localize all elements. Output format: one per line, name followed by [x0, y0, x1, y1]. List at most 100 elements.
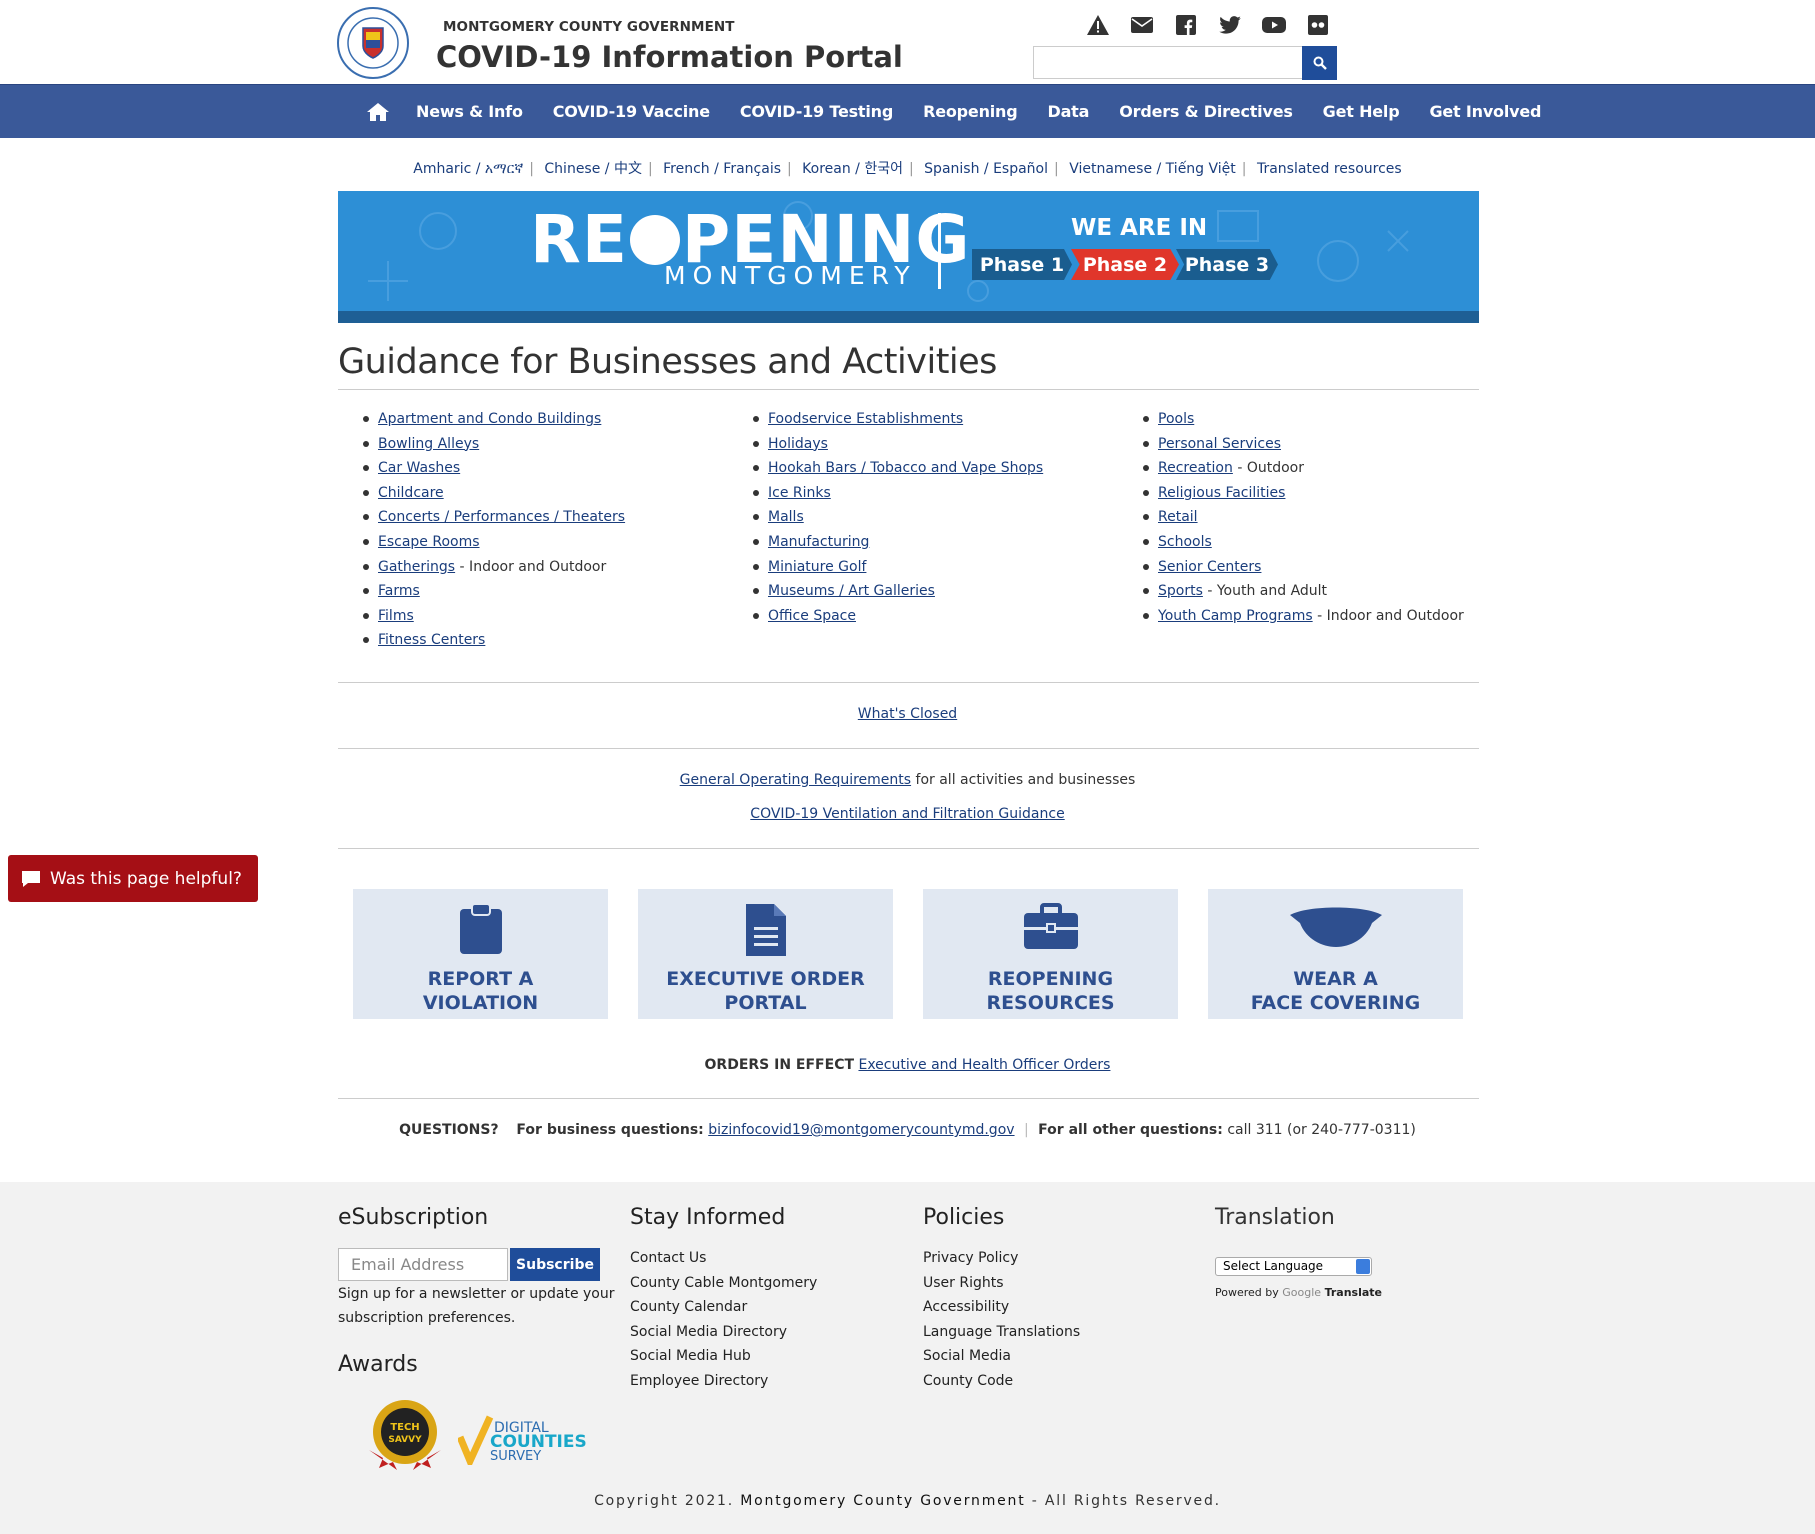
guidance-link[interactable]: Manufacturing [768, 534, 869, 550]
report-violation-tile[interactable]: REPORT A VIOLATION [353, 889, 608, 1019]
mail-icon[interactable] [1129, 12, 1155, 38]
lang-link[interactable]: Spanish / Español [924, 161, 1048, 177]
search-input[interactable] [1034, 47, 1336, 78]
footer-link[interactable]: Employee Directory [630, 1373, 817, 1398]
flickr-icon[interactable] [1305, 12, 1331, 38]
nav-item-reopening[interactable]: Reopening [923, 102, 1018, 121]
guidance-link[interactable]: Senior Centers [1158, 559, 1261, 575]
email-field[interactable]: Email Address [338, 1248, 508, 1281]
portal-title[interactable]: COVID-19 Information Portal [436, 40, 903, 74]
nav-item-testing[interactable]: COVID-19 Testing [740, 102, 893, 121]
guidance-link[interactable]: Car Washes [378, 460, 460, 476]
facebook-icon[interactable] [1173, 12, 1199, 38]
guidance-link[interactable]: Office Space [768, 608, 856, 624]
translate-label: Translate [1324, 1286, 1382, 1299]
guidance-link[interactable]: Gatherings [378, 559, 455, 575]
nav-item-orders[interactable]: Orders & Directives [1119, 102, 1293, 121]
esubscription-title: eSubscription [338, 1205, 489, 1230]
orders-link[interactable]: Executive and Health Officer Orders [858, 1057, 1110, 1073]
county-seal-logo[interactable] [336, 6, 410, 80]
twitter-icon[interactable] [1217, 12, 1243, 38]
footer-link[interactable]: User Rights [923, 1275, 1080, 1300]
google-logo[interactable]: Google [1282, 1286, 1321, 1299]
search-button[interactable] [1302, 46, 1337, 80]
lang-link[interactable]: Chinese / 中文 [544, 161, 642, 177]
search-input-wrapper [1033, 46, 1337, 79]
footer-link[interactable]: Contact Us [630, 1250, 817, 1275]
guidance-link[interactable]: Fitness Centers [378, 632, 485, 648]
guidance-link[interactable]: Recreation [1158, 460, 1233, 476]
guidance-link[interactable]: Ice Rinks [768, 485, 831, 501]
footer-link[interactable]: Social Media Hub [630, 1348, 817, 1373]
footer-link[interactable]: Social Media [923, 1348, 1080, 1373]
general-requirements-link[interactable]: General Operating Requirements [680, 772, 911, 788]
list-item: Manufacturing [752, 532, 1043, 557]
chevron-updown-icon [1356, 1259, 1370, 1274]
guidance-link[interactable]: Religious Facilities [1158, 485, 1285, 501]
feedback-button[interactable]: Was this page helpful? [8, 855, 258, 902]
footer-link[interactable]: County Calendar [630, 1299, 817, 1324]
guidance-link[interactable]: Retail [1158, 509, 1198, 525]
guidance-link[interactable]: Foodservice Establishments [768, 411, 963, 427]
footer-link[interactable]: Social Media Directory [630, 1324, 817, 1349]
footer-link[interactable]: County Cable Montgomery [630, 1275, 817, 1300]
digital-counties-award-logo[interactable]: DIGITAL COUNTIES SURVEY [456, 1415, 588, 1470]
lang-link[interactable]: French / Français [663, 161, 781, 177]
phase-2-badge: Phase 2 [1071, 249, 1179, 280]
guidance-link[interactable]: Malls [768, 509, 804, 525]
list-item: Malls [752, 507, 1043, 532]
reopening-banner[interactable]: RE PENING MONTGOMERY WE ARE IN Phase 1 Ph… [338, 191, 1479, 323]
footer-link[interactable]: Language Translations [923, 1324, 1080, 1349]
guidance-link[interactable]: Escape Rooms [378, 534, 480, 550]
subscribe-button[interactable]: Subscribe [510, 1248, 600, 1281]
reopening-resources-tile[interactable]: REOPENING RESOURCES [923, 889, 1178, 1019]
guidance-link[interactable]: Hookah Bars / Tobacco and Vape Shops [768, 460, 1043, 476]
guidance-link[interactable]: Museums / Art Galleries [768, 583, 935, 599]
guidance-link[interactable]: Personal Services [1158, 436, 1281, 452]
executive-order-portal-tile[interactable]: EXECUTIVE ORDER PORTAL [638, 889, 893, 1019]
alert-icon[interactable] [1085, 12, 1111, 38]
guidance-link[interactable]: Bowling Alleys [378, 436, 479, 452]
face-covering-tile[interactable]: WEAR A FACE COVERING [1208, 889, 1463, 1019]
lang-link[interactable]: Amharic / አማርኛ [413, 161, 523, 177]
link-note: - Indoor and Outdoor [1312, 607, 1464, 624]
divider [338, 389, 1479, 390]
language-select[interactable]: Select Language [1215, 1257, 1372, 1276]
tech-savvy-award-logo[interactable]: TECH SAVVY [365, 1398, 445, 1474]
guidance-link[interactable]: Schools [1158, 534, 1212, 550]
site-header: MONTGOMERY COUNTY GOVERNMENT COVID-19 In… [0, 0, 1815, 84]
list-item: Miniature Golf [752, 557, 1043, 582]
guidance-link[interactable]: Miniature Golf [768, 559, 866, 575]
guidance-link[interactable]: Sports [1158, 583, 1203, 599]
nav-item-data[interactable]: Data [1048, 102, 1090, 121]
lang-link[interactable]: Korean / 한국어 [802, 161, 903, 177]
tile-line-1: REPORT A [427, 968, 534, 990]
guidance-link[interactable]: Childcare [378, 485, 444, 501]
footer-link[interactable]: Privacy Policy [923, 1250, 1080, 1275]
policies-title: Policies [923, 1205, 1005, 1230]
whats-closed-link[interactable]: What's Closed [858, 706, 957, 722]
guidance-link[interactable]: Apartment and Condo Buildings [378, 411, 601, 427]
guidance-link[interactable]: Youth Camp Programs [1158, 608, 1313, 624]
guidance-link[interactable]: Films [378, 608, 414, 624]
guidance-link[interactable]: Concerts / Performances / Theaters [378, 509, 625, 525]
translation-title: Translation [1215, 1205, 1335, 1230]
guidance-link[interactable]: Pools [1158, 411, 1194, 427]
awards-title: Awards [338, 1352, 418, 1377]
nav-item-get-involved[interactable]: Get Involved [1429, 102, 1541, 121]
youtube-icon[interactable] [1261, 12, 1287, 38]
footer-link[interactable]: County Code [923, 1373, 1080, 1398]
business-email-link[interactable]: bizinfocovid19@montgomerycountymd.gov [708, 1122, 1014, 1138]
footer-link[interactable]: Accessibility [923, 1299, 1080, 1324]
nav-item-get-help[interactable]: Get Help [1323, 102, 1400, 121]
nav-item-news[interactable]: News & Info [416, 102, 523, 121]
language-links: Amharic / አማርኛ | Chinese / 中文 | French / F… [413, 161, 1402, 177]
lang-link[interactable]: Vietnamese / Tiếng Việt [1069, 161, 1236, 177]
home-icon[interactable] [366, 100, 390, 124]
guidance-link[interactable]: Holidays [768, 436, 828, 452]
tile-line-1: WEAR A [1293, 968, 1378, 990]
lang-link[interactable]: Translated resources [1257, 161, 1402, 177]
nav-item-vaccine[interactable]: COVID-19 Vaccine [553, 102, 710, 121]
ventilation-link[interactable]: COVID-19 Ventilation and Filtration Guid… [750, 806, 1064, 822]
guidance-link[interactable]: Farms [378, 583, 420, 599]
